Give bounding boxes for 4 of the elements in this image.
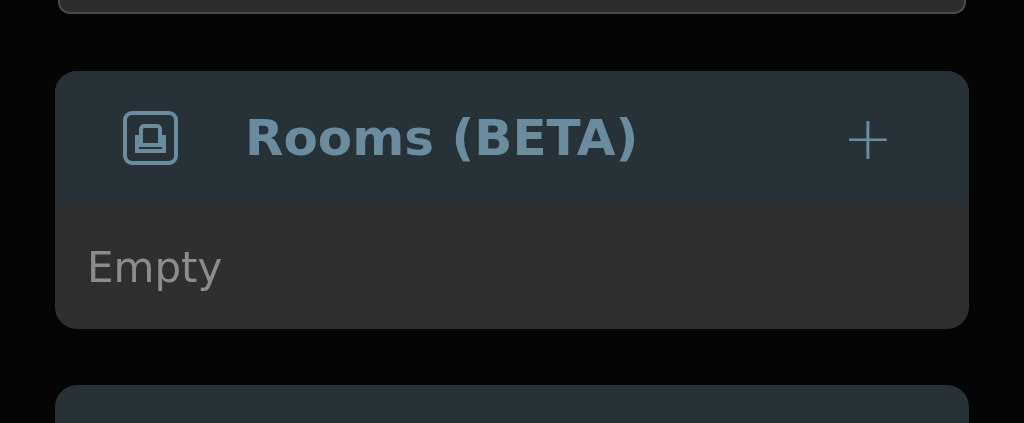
add-button[interactable]: +	[842, 108, 893, 168]
empty-message: Empty	[87, 242, 223, 292]
sofa-icon	[123, 111, 178, 165]
section-title: Rooms (BETA)	[245, 109, 640, 167]
